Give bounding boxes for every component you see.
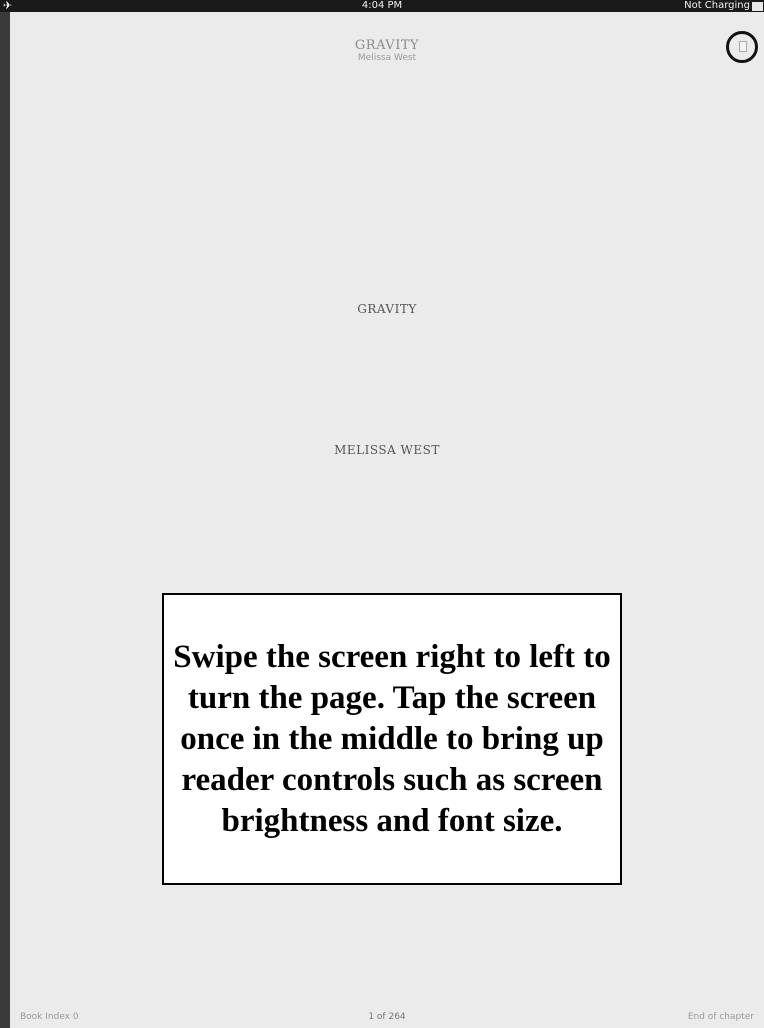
bookmark-button[interactable] <box>726 31 758 63</box>
page-book-author: MELISSA WEST <box>334 443 440 457</box>
reader-header: GRAVITY Melissa West <box>10 38 764 64</box>
header-book-title: GRAVITY <box>354 38 420 53</box>
bookmark-icon <box>739 41 747 52</box>
page-counter: 1 of 264 <box>368 1012 406 1022</box>
header-book-author: Melissa West <box>357 53 417 63</box>
reader-page[interactable]: GRAVITY Melissa West GRAVITY MELISSA WES… <box>10 0 764 1028</box>
instruction-callout: Swipe the screen right to left to turn t… <box>162 593 622 885</box>
instruction-text: Swipe the screen right to left to turn t… <box>173 638 611 839</box>
page-book-title: GRAVITY <box>357 302 417 316</box>
reader-footer: Book Index 0 1 of 264 End of chapter <box>10 1012 764 1026</box>
charging-status: Not Charging <box>684 0 750 11</box>
status-bar: ✈ 4:04 PM Not Charging <box>0 0 764 12</box>
status-time: 4:04 PM <box>361 0 403 11</box>
footer-chapter-status: End of chapter <box>687 1012 754 1022</box>
battery-icon <box>752 2 763 11</box>
